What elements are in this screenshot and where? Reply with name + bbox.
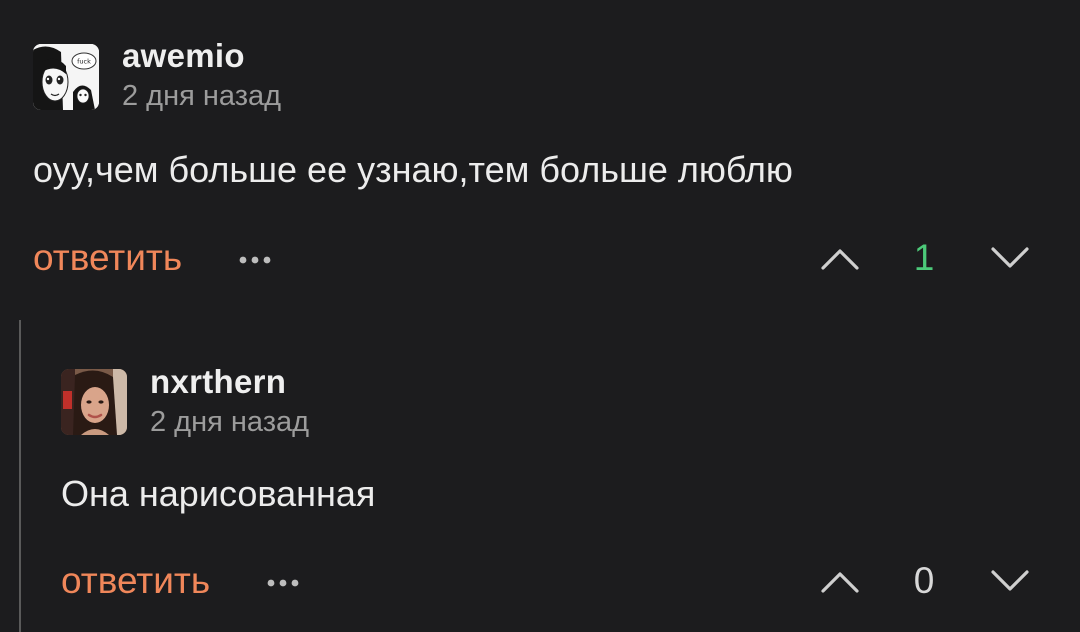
comment: fuck awemio 2 дня назад оуу,чем больше е… [0,0,1080,320]
more-options-icon[interactable] [266,576,302,588]
comment-author[interactable]: awemio [122,39,245,72]
comment-timestamp: 2 дня назад [122,80,282,112]
avatar[interactable] [61,369,127,435]
avatar[interactable]: fuck [33,44,99,110]
comment-reply: nxrthern 2 дня назад Она нарисованная от… [0,320,1080,632]
comments-page: fuck awemio 2 дня назад оуу,чем больше е… [0,0,1080,632]
comment-timestamp: 2 дня назад [150,406,310,438]
downvote-icon[interactable] [990,243,1030,273]
upvote-icon[interactable] [820,566,860,596]
comment-author[interactable]: nxrthern [150,365,286,398]
vote-count: 1 [913,237,935,278]
comment-text: Она нарисованная [61,473,376,514]
manga-avatar-image: fuck [33,44,99,110]
reply-button[interactable]: ответить [61,562,210,599]
more-options-icon[interactable] [238,253,274,265]
vote-count: 0 [913,560,935,601]
downvote-icon[interactable] [990,566,1030,596]
avatar-speech-text: fuck [77,58,91,66]
photo-avatar-image [61,369,127,435]
comment-text: оуу,чем больше ее узнаю,тем больше люблю [33,149,793,190]
upvote-icon[interactable] [820,243,860,273]
reply-button[interactable]: ответить [33,239,182,276]
